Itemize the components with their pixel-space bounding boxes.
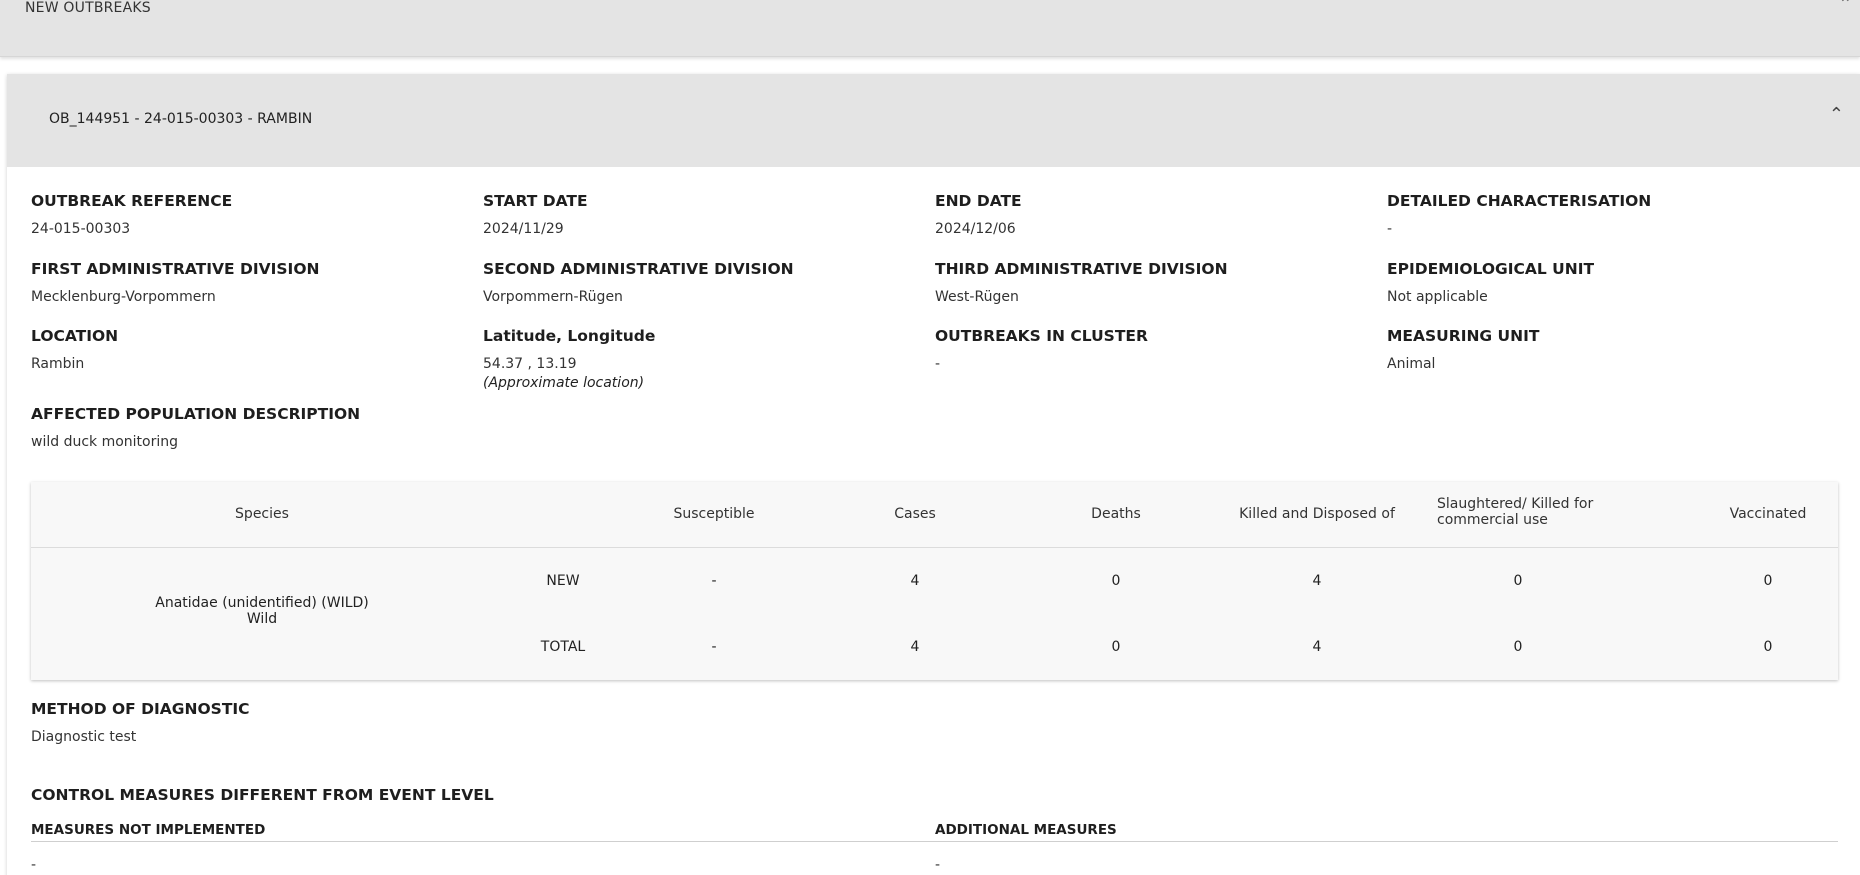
field-label: FIRST ADMINISTRATIVE DIVISION (31, 260, 320, 278)
field-value: 2024/12/06 (935, 221, 1016, 237)
new-outbreaks-section-header[interactable]: NEW OUTBREAKS ⌃ (0, 0, 1860, 57)
row-kind-new: NEW (546, 573, 580, 589)
column-header-deaths: Deaths (1091, 506, 1141, 522)
field-label: AFFECTED POPULATION DESCRIPTION (31, 405, 361, 423)
field-end-date: END DATE 2024/12/06 (935, 192, 1022, 237)
field-value: wild duck monitoring (31, 434, 179, 450)
cell-deaths: 0 (1111, 573, 1121, 589)
field-location: LOCATION Rambin (31, 327, 118, 372)
column-header-killed: Killed and Disposed of (1239, 506, 1395, 522)
field-epidemiological-unit: EPIDEMIOLOGICAL UNIT Not applicable (1387, 260, 1594, 305)
field-label: DETAILED CHARACTERISATION (1387, 192, 1652, 210)
field-label: OUTBREAKS IN CLUSTER (935, 327, 1148, 345)
cell-slaughtered: 0 (1513, 639, 1523, 655)
column-header-vaccinated: Vaccinated (1729, 506, 1807, 522)
field-label: OUTBREAK REFERENCE (31, 192, 233, 210)
field-value: - (1387, 221, 1393, 237)
species-name: Anatidae (unidentified) (WILD) (155, 595, 369, 611)
field-measuring-unit: MEASURING UNIT Animal (1387, 327, 1539, 372)
field-label: THIRD ADMINISTRATIVE DIVISION (935, 260, 1228, 278)
field-value: Mecklenburg-Vorpommern (31, 289, 216, 305)
species-type: Wild (246, 611, 278, 627)
column-header-susceptible: Susceptible (673, 506, 755, 522)
section-title: CONTROL MEASURES DIFFERENT FROM EVENT LE… (31, 786, 494, 804)
field-lat-long: Latitude, Longitude 54.37 , 13.19 (Appro… (483, 327, 655, 391)
control-measures-title: CONTROL MEASURES DIFFERENT FROM EVENT LE… (31, 786, 494, 804)
field-label: END DATE (935, 192, 1022, 210)
measures-not-implemented-label: MEASURES NOT IMPLEMENTED (31, 822, 266, 838)
outbreak-title: OB_144951 - 24-015-00303 - RAMBIN (49, 111, 313, 127)
field-detailed-characterisation: DETAILED CHARACTERISATION - (1387, 192, 1651, 237)
field-start-date: START DATE 2024/11/29 (483, 192, 588, 237)
field-value: - (935, 356, 941, 372)
field-value: Animal (1387, 356, 1436, 372)
column-header-cases: Cases (894, 506, 936, 522)
field-affected-population: AFFECTED POPULATION DESCRIPTION wild duc… (31, 405, 360, 450)
additional-measures-label: ADDITIONAL MEASURES (935, 822, 1117, 838)
field-label: EPIDEMIOLOGICAL UNIT (1387, 260, 1595, 278)
field-label: LOCATION (31, 327, 119, 345)
field-label: SECOND ADMINISTRATIVE DIVISION (483, 260, 794, 278)
quantitative-data-table: Species Susceptible Cases Deaths Killed … (31, 482, 1838, 680)
field-value: Diagnostic test (31, 729, 137, 745)
species-cell: Anatidae (unidentified) (WILD) Wild (92, 595, 432, 627)
field-value: 24-015-00303 (31, 221, 131, 237)
cell-vaccinated: 0 (1763, 573, 1773, 589)
cell-killed: 4 (1312, 573, 1322, 589)
field-third-admin-division: THIRD ADMINISTRATIVE DIVISION West-Rügen (935, 260, 1228, 305)
additional-measures-value: - (935, 857, 941, 873)
field-label: START DATE (483, 192, 588, 210)
field-first-admin-division: FIRST ADMINISTRATIVE DIVISION Mecklenbur… (31, 260, 319, 305)
cell-susceptible: - (711, 639, 717, 655)
measures-not-implemented-value: - (31, 857, 37, 873)
column-header-species: Species (235, 506, 289, 522)
cell-susceptible: - (711, 573, 717, 589)
cell-cases: 4 (910, 573, 920, 589)
column-header-slaughtered-line1: Slaughtered/ Killed for (1437, 496, 1594, 512)
field-value: Not applicable (1387, 289, 1488, 305)
column-header-slaughtered: Slaughtered/ Killed for commercial use (1437, 496, 1617, 528)
row-kind-total: TOTAL (540, 639, 586, 655)
approximate-location-note: (Approximate location) (483, 375, 645, 391)
outbreak-card-header[interactable]: OB_144951 - 24-015-00303 - RAMBIN ⌃ (7, 74, 1860, 167)
measures-divider (31, 841, 1838, 842)
chevron-up-icon[interactable]: ⌃ (1829, 104, 1844, 125)
cell-killed: 4 (1312, 639, 1322, 655)
cell-slaughtered: 0 (1513, 573, 1523, 589)
header-divider (31, 547, 1838, 548)
field-outbreak-reference: OUTBREAK REFERENCE 24-015-00303 (31, 192, 232, 237)
field-second-admin-division: SECOND ADMINISTRATIVE DIVISION Vorpommer… (483, 260, 794, 305)
field-method-of-diagnostic: METHOD OF DIAGNOSTIC Diagnostic test (31, 700, 250, 745)
field-value: West-Rügen (935, 289, 1019, 305)
field-value: 2024/11/29 (483, 221, 564, 237)
field-label: MEASURING UNIT (1387, 327, 1540, 345)
section-title: NEW OUTBREAKS (25, 0, 151, 16)
field-value: 54.37 , 13.19 (483, 356, 577, 372)
field-value: Rambin (31, 356, 85, 372)
field-value: Vorpommern-Rügen (483, 289, 623, 305)
field-outbreaks-in-cluster: OUTBREAKS IN CLUSTER - (935, 327, 1148, 372)
column-header-slaughtered-line2: commercial use (1437, 512, 1548, 528)
field-label: Latitude, Longitude (483, 327, 656, 345)
cell-vaccinated: 0 (1763, 639, 1773, 655)
cell-cases: 4 (910, 639, 920, 655)
field-label: METHOD OF DIAGNOSTIC (31, 700, 250, 718)
chevron-up-icon[interactable]: ⌃ (1839, 0, 1852, 13)
cell-deaths: 0 (1111, 639, 1121, 655)
